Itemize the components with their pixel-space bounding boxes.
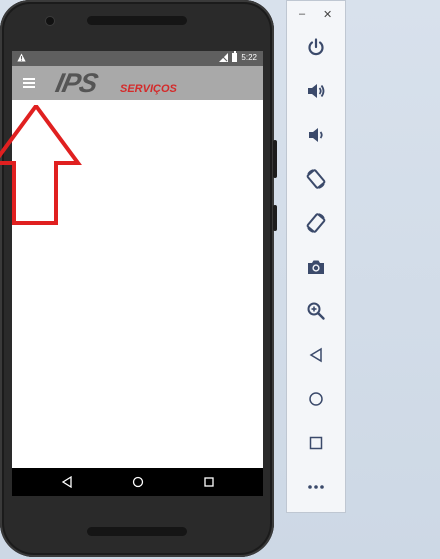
overview-square-icon <box>309 436 323 450</box>
logo-sub-text: SERVIÇOS <box>120 83 177 95</box>
rotate-right-icon <box>306 213 326 233</box>
emulator-toolbar: – ✕ <box>286 0 346 513</box>
status-time: 5:22 <box>241 53 257 62</box>
power-button[interactable] <box>304 35 328 59</box>
zoom-in-icon <box>307 302 325 320</box>
volume-up-button[interactable] <box>304 79 328 103</box>
power-icon <box>308 38 324 56</box>
phone-volume-key <box>273 140 277 178</box>
toolbar-window-controls: – ✕ <box>287 5 345 23</box>
camera-icon <box>308 260 324 274</box>
back-icon[interactable] <box>61 476 73 488</box>
recents-icon[interactable] <box>203 476 215 488</box>
volume-up-icon <box>308 84 325 98</box>
signal-icon <box>219 53 229 62</box>
ips-logo: IPS SERVIÇOS <box>52 68 196 98</box>
phone-power-key <box>273 205 277 231</box>
toolbar-home-button[interactable] <box>304 387 328 411</box>
back-triangle-icon <box>309 347 322 363</box>
more-horizontal-icon <box>308 485 324 489</box>
front-camera <box>46 17 54 25</box>
toolbar-overview-button[interactable] <box>304 431 328 455</box>
hamburger-menu-icon[interactable] <box>23 78 35 88</box>
app-bar: IPS SERVIÇOS <box>12 66 263 100</box>
bottom-speaker <box>87 527 187 536</box>
volume-down-icon <box>309 128 323 142</box>
close-button[interactable]: ✕ <box>323 8 332 21</box>
status-bar: 5:22 <box>12 51 263 66</box>
home-icon[interactable] <box>132 476 144 488</box>
toolbar-back-button[interactable] <box>304 343 328 367</box>
battery-icon <box>232 51 238 62</box>
more-options-button[interactable] <box>304 475 328 499</box>
logo-main-text: IPS <box>52 68 100 98</box>
rotate-left-icon <box>306 169 326 189</box>
minimize-button[interactable]: – <box>299 8 305 20</box>
emulator-phone-frame: 5:22 IPS SERVIÇOS <box>0 0 277 557</box>
earpiece-speaker <box>87 16 187 25</box>
home-circle-icon <box>309 392 323 406</box>
zoom-button[interactable] <box>304 299 328 323</box>
warning-icon <box>17 53 26 62</box>
volume-down-button[interactable] <box>304 123 328 147</box>
rotate-left-button[interactable] <box>304 167 328 191</box>
rotate-right-button[interactable] <box>304 211 328 235</box>
android-navigation-bar <box>12 468 263 496</box>
red-annotation-arrow-icon <box>0 105 82 225</box>
screenshot-button[interactable] <box>304 255 328 279</box>
